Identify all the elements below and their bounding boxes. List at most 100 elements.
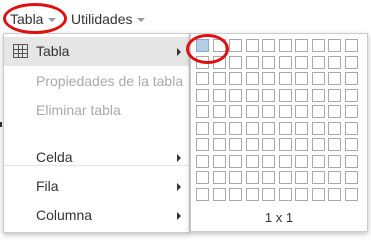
grid-cell[interactable] bbox=[196, 72, 209, 85]
grid-cell[interactable] bbox=[262, 89, 275, 102]
menu-item-celda[interactable]: Celda bbox=[4, 143, 189, 172]
grid-cell[interactable] bbox=[246, 105, 259, 118]
grid-cell[interactable] bbox=[312, 155, 325, 168]
grid-cell[interactable] bbox=[229, 122, 242, 135]
grid-cell[interactable] bbox=[295, 56, 308, 69]
grid-cell[interactable] bbox=[262, 105, 275, 118]
menu-item-eliminar-tabla[interactable]: Eliminar tabla bbox=[4, 96, 189, 125]
grid-cell[interactable] bbox=[295, 155, 308, 168]
grid-cell[interactable] bbox=[279, 171, 292, 184]
grid-cell[interactable] bbox=[213, 188, 226, 201]
grid-cell[interactable] bbox=[213, 155, 226, 168]
grid-cell[interactable] bbox=[312, 122, 325, 135]
grid-cell[interactable] bbox=[213, 72, 226, 85]
menu-item-columna[interactable]: Columna bbox=[4, 201, 189, 230]
grid-cell[interactable] bbox=[328, 105, 341, 118]
grid-cell[interactable] bbox=[262, 39, 275, 52]
grid-cell[interactable] bbox=[295, 89, 308, 102]
grid-cell[interactable] bbox=[213, 105, 226, 118]
grid-cell[interactable] bbox=[213, 122, 226, 135]
grid-cell[interactable] bbox=[312, 171, 325, 184]
menu-item-fila[interactable]: Fila bbox=[4, 172, 189, 201]
grid-cell[interactable] bbox=[295, 188, 308, 201]
grid-cell[interactable] bbox=[246, 39, 259, 52]
grid-cell[interactable] bbox=[328, 122, 341, 135]
grid-cell[interactable] bbox=[345, 171, 358, 184]
grid-cell[interactable] bbox=[295, 171, 308, 184]
grid-cell[interactable] bbox=[295, 138, 308, 151]
grid-cell[interactable] bbox=[345, 188, 358, 201]
grid-cell[interactable] bbox=[213, 138, 226, 151]
grid-cell[interactable] bbox=[246, 56, 259, 69]
grid-cell[interactable] bbox=[345, 138, 358, 151]
grid-cell[interactable] bbox=[246, 72, 259, 85]
grid-cell[interactable] bbox=[246, 138, 259, 151]
grid-cell[interactable] bbox=[196, 105, 209, 118]
grid-cell[interactable] bbox=[262, 171, 275, 184]
grid-cell[interactable] bbox=[262, 188, 275, 201]
menu-tabla[interactable]: Tabla bbox=[10, 9, 57, 29]
grid-cell[interactable] bbox=[295, 72, 308, 85]
grid-cell[interactable] bbox=[262, 56, 275, 69]
menu-item-tabla[interactable]: Tabla bbox=[4, 37, 189, 66]
grid-cell[interactable] bbox=[196, 39, 209, 52]
grid-cell[interactable] bbox=[328, 39, 341, 52]
grid-cell[interactable] bbox=[196, 188, 209, 201]
grid-cell[interactable] bbox=[328, 138, 341, 151]
grid-cell[interactable] bbox=[312, 89, 325, 102]
grid-cell[interactable] bbox=[345, 155, 358, 168]
grid-cell[interactable] bbox=[229, 39, 242, 52]
grid-cell[interactable] bbox=[196, 89, 209, 102]
grid-cell[interactable] bbox=[328, 72, 341, 85]
grid-cell[interactable] bbox=[279, 138, 292, 151]
grid-cell[interactable] bbox=[262, 138, 275, 151]
grid-cell[interactable] bbox=[213, 39, 226, 52]
grid-cell[interactable] bbox=[312, 105, 325, 118]
grid-cell[interactable] bbox=[345, 89, 358, 102]
grid-cell[interactable] bbox=[246, 171, 259, 184]
grid-cell[interactable] bbox=[229, 155, 242, 168]
grid-cell[interactable] bbox=[312, 39, 325, 52]
grid-cell[interactable] bbox=[262, 122, 275, 135]
grid-cell[interactable] bbox=[246, 155, 259, 168]
grid-cell[interactable] bbox=[246, 89, 259, 102]
grid-cell[interactable] bbox=[328, 56, 341, 69]
grid-cell[interactable] bbox=[312, 56, 325, 69]
grid-cell[interactable] bbox=[196, 138, 209, 151]
grid-cell[interactable] bbox=[196, 56, 209, 69]
grid-cell[interactable] bbox=[279, 56, 292, 69]
grid-cell[interactable] bbox=[262, 72, 275, 85]
grid-cell[interactable] bbox=[229, 188, 242, 201]
grid-cell[interactable] bbox=[262, 155, 275, 168]
grid-cell[interactable] bbox=[295, 122, 308, 135]
grid-cell[interactable] bbox=[279, 188, 292, 201]
grid-cell[interactable] bbox=[229, 56, 242, 69]
grid-cell[interactable] bbox=[312, 138, 325, 151]
grid-cell[interactable] bbox=[345, 39, 358, 52]
grid-cell[interactable] bbox=[295, 39, 308, 52]
menu-utilidades[interactable]: Utilidades bbox=[71, 9, 146, 29]
grid-cell[interactable] bbox=[328, 188, 341, 201]
grid-cell[interactable] bbox=[328, 171, 341, 184]
grid-cell[interactable] bbox=[279, 105, 292, 118]
grid-cell[interactable] bbox=[196, 171, 209, 184]
grid-cell[interactable] bbox=[196, 122, 209, 135]
menu-item-propiedades-tabla[interactable]: Propiedades de la tabla bbox=[4, 67, 189, 96]
grid-cell[interactable] bbox=[345, 105, 358, 118]
grid-cell[interactable] bbox=[213, 56, 226, 69]
grid-cell[interactable] bbox=[312, 188, 325, 201]
grid-cell[interactable] bbox=[345, 122, 358, 135]
grid-cell[interactable] bbox=[295, 105, 308, 118]
grid-cell[interactable] bbox=[213, 89, 226, 102]
grid-cell[interactable] bbox=[279, 122, 292, 135]
grid-cell[interactable] bbox=[345, 72, 358, 85]
grid-cell[interactable] bbox=[279, 155, 292, 168]
grid-cell[interactable] bbox=[196, 155, 209, 168]
grid-cell[interactable] bbox=[229, 105, 242, 118]
grid-cell[interactable] bbox=[229, 171, 242, 184]
grid-cell[interactable] bbox=[279, 72, 292, 85]
grid-cell[interactable] bbox=[279, 39, 292, 52]
grid-cell[interactable] bbox=[328, 155, 341, 168]
grid-cell[interactable] bbox=[229, 89, 242, 102]
grid-cell[interactable] bbox=[213, 171, 226, 184]
